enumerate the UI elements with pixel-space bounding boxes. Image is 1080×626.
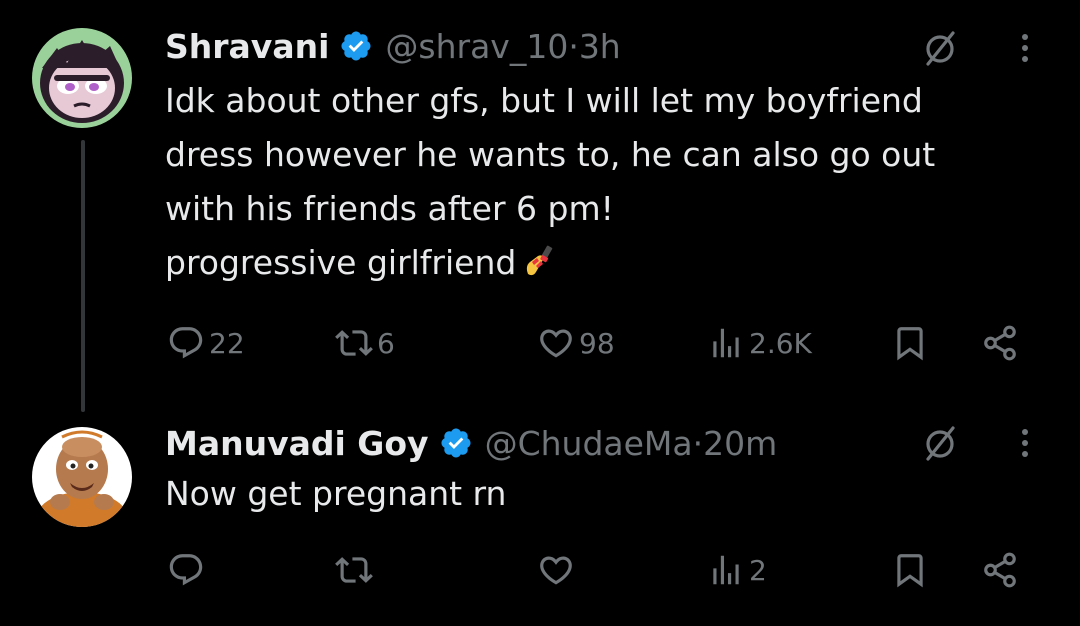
- tweet-header: Manuvadi Goy @ChudaeMa · 20m: [165, 421, 777, 465]
- tweet-actions: 22 6 98 2.6K: [165, 318, 1045, 368]
- avatar[interactable]: [32, 28, 132, 128]
- share-icon: [984, 325, 1016, 361]
- reply-icon: [169, 554, 203, 586]
- reply-button[interactable]: 22: [167, 318, 245, 368]
- views-icon: [713, 555, 739, 585]
- share-button[interactable]: [981, 318, 1019, 368]
- author-name[interactable]: Shravani: [165, 27, 329, 66]
- like-count: 98: [579, 326, 615, 360]
- like-button[interactable]: [537, 545, 579, 595]
- retweet-icon: [335, 557, 373, 583]
- avatar-image: [32, 28, 132, 128]
- tweet-shravani[interactable]: Shravani @shrav_10 · 3h Idk about other …: [0, 0, 1080, 412]
- grok-icon[interactable]: [920, 423, 960, 463]
- tweet-manuvadi-goy[interactable]: Manuvadi Goy @ChudaeMa · 20m Now get pre…: [0, 405, 1080, 626]
- retweet-button[interactable]: [335, 545, 377, 595]
- tweet-text: Idk about other gfs, but I will let my b…: [165, 74, 1065, 290]
- verified-badge-icon[interactable]: [339, 29, 373, 63]
- views-button[interactable]: 2.6K: [707, 318, 812, 368]
- view-count: 2: [749, 553, 767, 587]
- bookmark-button[interactable]: [891, 545, 929, 595]
- author-handle[interactable]: @ChudaeMa: [485, 424, 693, 463]
- views-icon: [713, 328, 739, 358]
- meta-separator: ·: [568, 26, 579, 66]
- tweet-actions: 2: [165, 545, 1045, 595]
- reply-count: 22: [209, 326, 245, 360]
- tweet-text-content: Now get pregnant rn: [165, 474, 507, 513]
- tweet-header: Shravani @shrav_10 · 3h: [165, 24, 621, 68]
- like-button[interactable]: 98: [537, 318, 615, 368]
- bookmark-button[interactable]: [891, 318, 929, 368]
- more-options-icon[interactable]: [1010, 425, 1040, 461]
- views-button[interactable]: 2: [707, 545, 767, 595]
- heart-icon: [540, 556, 572, 585]
- meta-separator: ·: [692, 423, 704, 463]
- retweet-icon: [335, 330, 373, 356]
- view-count: 2.6K: [749, 326, 812, 360]
- reply-button[interactable]: [167, 545, 209, 595]
- author-handle[interactable]: @shrav_10: [385, 27, 568, 66]
- author-name[interactable]: Manuvadi Goy: [165, 424, 429, 463]
- share-icon: [984, 552, 1016, 588]
- retweet-button[interactable]: 6: [335, 318, 395, 368]
- thread-connector-line: [81, 140, 85, 412]
- avatar[interactable]: [32, 427, 132, 527]
- avatar-image: [32, 427, 132, 527]
- heart-icon: [540, 329, 572, 358]
- grok-icon[interactable]: [920, 28, 960, 68]
- retweet-count: 6: [377, 326, 395, 360]
- share-button[interactable]: [981, 545, 1019, 595]
- verified-badge-icon[interactable]: [439, 426, 473, 460]
- nail-polish-emoji: [527, 245, 553, 276]
- tweet-text: Now get pregnant rn: [165, 467, 1065, 521]
- tweet-time[interactable]: 20m: [703, 424, 777, 463]
- reply-icon: [169, 327, 203, 359]
- more-options-icon[interactable]: [1010, 30, 1040, 66]
- tweet-time[interactable]: 3h: [579, 27, 621, 66]
- bookmark-icon: [897, 554, 923, 588]
- bookmark-icon: [897, 327, 923, 361]
